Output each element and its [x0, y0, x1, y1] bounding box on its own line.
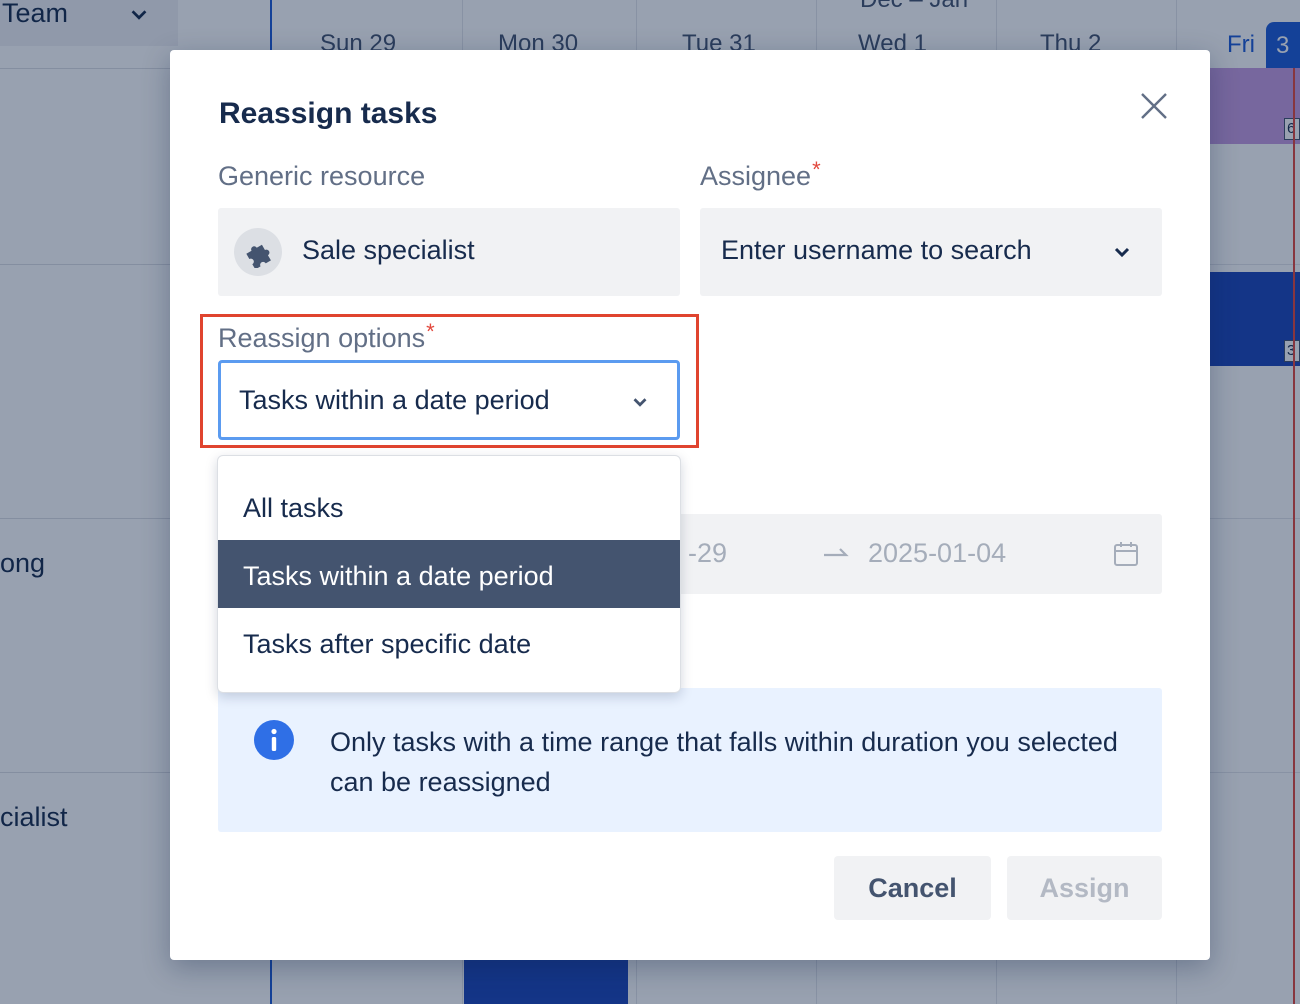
- info-icon: [254, 720, 294, 760]
- generic-resource-field: Sale specialist: [218, 208, 680, 296]
- dropdown-option-date-period[interactable]: Tasks within a date period: [218, 540, 680, 608]
- date-range-picker[interactable]: -29 2025-01-04: [670, 514, 1162, 594]
- reassign-tasks-modal: Reassign tasks Generic resource Assignee…: [170, 50, 1210, 960]
- chevron-down-icon: [1114, 247, 1130, 258]
- puzzle-icon: [246, 244, 271, 268]
- info-banner: Only tasks with a time range that falls …: [218, 688, 1162, 832]
- reassign-options-label: Reassign options: [218, 323, 426, 353]
- close-icon[interactable]: [1138, 90, 1170, 122]
- resource-avatar: [234, 228, 282, 276]
- assignee-select[interactable]: Enter username to search: [700, 208, 1162, 296]
- cancel-button[interactable]: Cancel: [834, 856, 991, 920]
- required-marker: *: [812, 157, 821, 182]
- assignee-label-wrap: Assignee*: [700, 157, 821, 192]
- chevron-down-icon: [633, 398, 647, 407]
- generic-resource-label: Generic resource: [218, 161, 426, 191]
- modal-title: Reassign tasks: [219, 97, 438, 130]
- assignee-placeholder: Enter username to search: [721, 235, 1032, 265]
- date-range-start[interactable]: -29: [688, 538, 727, 569]
- reassign-options-select[interactable]: Tasks within a date period: [218, 360, 680, 440]
- date-range-end[interactable]: 2025-01-04: [868, 538, 1006, 569]
- generic-resource-value: Sale specialist: [302, 235, 475, 265]
- dropdown-option-all-tasks[interactable]: All tasks: [218, 472, 680, 540]
- arrow-right-icon: [824, 548, 849, 557]
- assignee-label: Assignee: [700, 161, 812, 191]
- required-marker: *: [426, 319, 435, 344]
- dropdown-option-after-date[interactable]: Tasks after specific date: [218, 608, 680, 676]
- assign-button[interactable]: Assign: [1007, 856, 1162, 920]
- reassign-options-value: Tasks within a date period: [239, 385, 550, 415]
- info-message: Only tasks with a time range that falls …: [330, 727, 1118, 797]
- reassign-options-dropdown: All tasks Tasks within a date period Tas…: [217, 455, 681, 693]
- calendar-icon[interactable]: [1112, 540, 1140, 568]
- reassign-options-label-wrap: Reassign options*: [218, 319, 435, 354]
